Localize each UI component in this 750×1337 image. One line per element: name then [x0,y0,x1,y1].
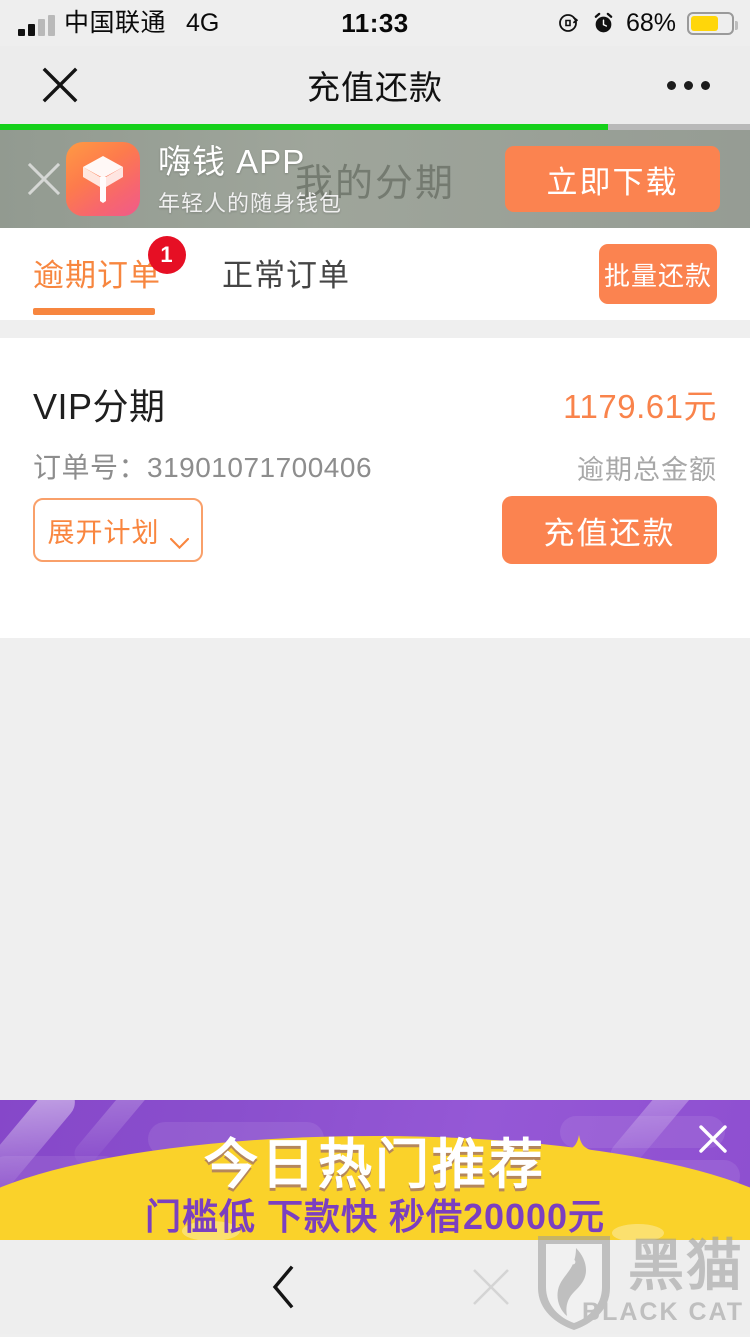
overdue-amount-label: 逾期总金额 [577,455,717,485]
recharge-repay-button[interactable]: 充值还款 [502,496,717,564]
ghost-close-icon [466,1262,516,1312]
order-number-row: 订单号：31901071700406 [33,446,372,486]
app-download-banner: 嗨钱 APP 年轻人的随身钱包 立即下载 [0,130,750,228]
alarm-clock-icon [592,12,615,35]
expand-plan-label: 展开计划 [47,517,160,548]
browser-bottom-bar [0,1240,750,1334]
battery-percent-label: 68% [625,8,676,37]
app-banner-text: 嗨钱 APP 年轻人的随身钱包 [158,143,343,218]
more-menu-icon[interactable] [667,80,710,90]
section-divider [0,320,750,338]
app-slogan-label: 年轻人的随身钱包 [158,191,343,217]
status-bar: 中国联通 4G 11:33 68% [0,0,750,46]
batch-repay-button[interactable]: 批量还款 [599,244,717,304]
order-product-name: VIP分期 [33,386,166,427]
rotation-lock-icon [557,11,581,35]
download-now-button[interactable]: 立即下载 [505,146,720,212]
banner-close-icon[interactable] [18,153,70,205]
ad-close-icon[interactable] [690,1116,736,1162]
tab-normal-orders[interactable]: 正常订单 [222,250,350,295]
tab-overdue-orders[interactable]: 逾期订单 1 [33,236,186,295]
order-card: VIP分期 订单号：31901071700406 1179.61元 逾期总金额 … [0,338,750,638]
tab-bar: 逾期订单 1 正常订单 批量还款 [0,228,750,320]
app-logo-icon [66,142,140,216]
back-icon[interactable] [258,1262,308,1312]
order-number-label: 订单号： [33,452,148,483]
chevron-down-icon [169,525,189,549]
tab-overdue-label: 逾期订单 [33,258,161,293]
nav-bar: 充值还款 [0,46,750,124]
tab-normal-label: 正常订单 [222,258,350,293]
promo-ad-banner[interactable]: 今日热门推荐 门槛低 下款快 秒借20000元 [0,1100,750,1240]
expand-plan-button[interactable]: 展开计划 [33,498,203,562]
battery-icon [687,11,738,35]
ad-subtitle: 门槛低 下款快 秒借20000元 [144,1196,606,1237]
tab-active-indicator [33,308,155,315]
page-title: 充值还款 [307,69,443,106]
overdue-amount-value: 1179.61元 [563,388,717,425]
status-badge: 1 [148,236,186,274]
status-bar-right: 68% [557,8,738,37]
phone-screen: 中国联通 4G 11:33 68% 充值还款 我的分期 [0,0,750,1334]
order-number-value: 31901071700406 [147,452,373,483]
app-name-label: 嗨钱 APP [158,143,306,180]
